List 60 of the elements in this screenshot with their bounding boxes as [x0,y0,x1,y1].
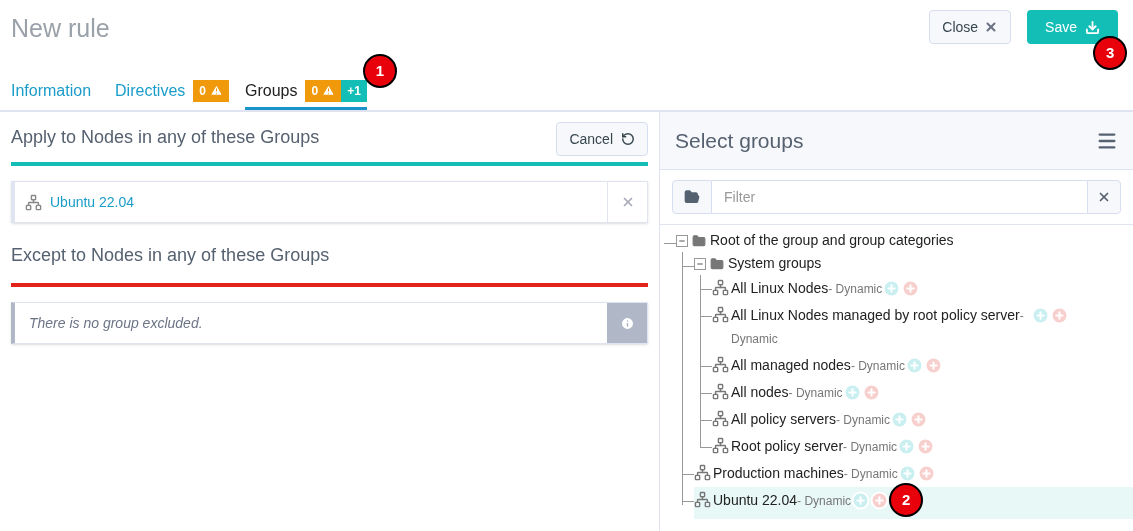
close-icon [984,20,999,34]
collapse-toggle[interactable] [694,257,706,270]
group-row[interactable]: All policy servers- Dynamic [712,406,1133,433]
category-name[interactable]: System groups [728,253,822,274]
warning-badge: 0 [193,79,229,102]
include-icon[interactable] [890,410,910,429]
tab[interactable]: Groups 0 +1 [244,76,367,110]
info-icon [607,303,647,343]
undo-icon [621,132,635,146]
group-label: Production machines- Dynamic [713,464,898,483]
include-icon[interactable] [897,464,917,483]
group-row[interactable]: All nodes- Dynamic [712,379,1133,406]
group-row[interactable]: All Linux Nodes- Dynamic [712,275,1133,302]
clear-filter-icon[interactable] [1087,180,1121,214]
group-icon [712,437,729,454]
group-icon [712,383,729,400]
group-icon [712,356,729,373]
filter-field[interactable]: Filter [712,180,1087,214]
group-row[interactable]: All managed nodes- Dynamic [712,352,1133,379]
group-label: All nodes- Dynamic [731,383,843,402]
group-label: All managed nodes- Dynamic [731,356,905,375]
empty-message: There is no group excluded. [29,313,203,333]
include-icon[interactable] [1031,306,1050,325]
group-label: All policy servers- Dynamic [731,410,891,429]
group-label: Ubuntu 22.04- Dynamic [713,491,852,510]
group-row[interactable]: All Linux Nodes managed by root policy server- Dynamic [712,302,1133,352]
warning-icon [209,84,223,97]
group-icon [694,464,711,481]
page-title: New rule [11,13,110,44]
group-label: Root policy server- Dynamic [731,437,898,456]
group-icon [712,410,729,427]
group-icon [694,491,711,508]
exclude-icon[interactable] [870,491,890,510]
folder-icon [710,256,724,271]
warning-icon [322,84,336,97]
include-icon[interactable] [897,437,917,456]
callout-marker: 2 [889,483,924,517]
group-label: All Linux Nodes managed by root policy server- Dynamic [731,306,1025,348]
group-label: All Linux Nodes- Dynamic [731,279,883,298]
panel-title: Select groups [675,127,804,154]
added-badge: +1 [341,79,367,102]
category-name[interactable]: Root of the group and group categories [710,230,954,251]
folder-icon [692,233,706,248]
include-icon[interactable] [842,383,862,402]
warning-badge: 0 [305,79,342,102]
collapse-toggle[interactable] [676,234,688,247]
cancel-button[interactable]: Cancel [556,122,648,156]
section-title: Apply to Nodes in any of these Groups [11,126,320,149]
include-icon[interactable] [904,356,924,375]
group-icon [25,193,42,211]
download-icon [1085,19,1100,35]
callout-marker: 1 [362,54,397,88]
group-row[interactable]: Root policy server- Dynamic [712,433,1133,460]
include-icon[interactable] [882,279,902,298]
folder-open-icon[interactable] [672,180,712,214]
section-title: Except to Nodes in any of these Groups [11,244,331,267]
callout-marker: 3 [1093,36,1128,70]
group-icon [712,279,729,296]
group-icon [712,306,729,323]
close-button[interactable]: Close [929,10,1012,44]
